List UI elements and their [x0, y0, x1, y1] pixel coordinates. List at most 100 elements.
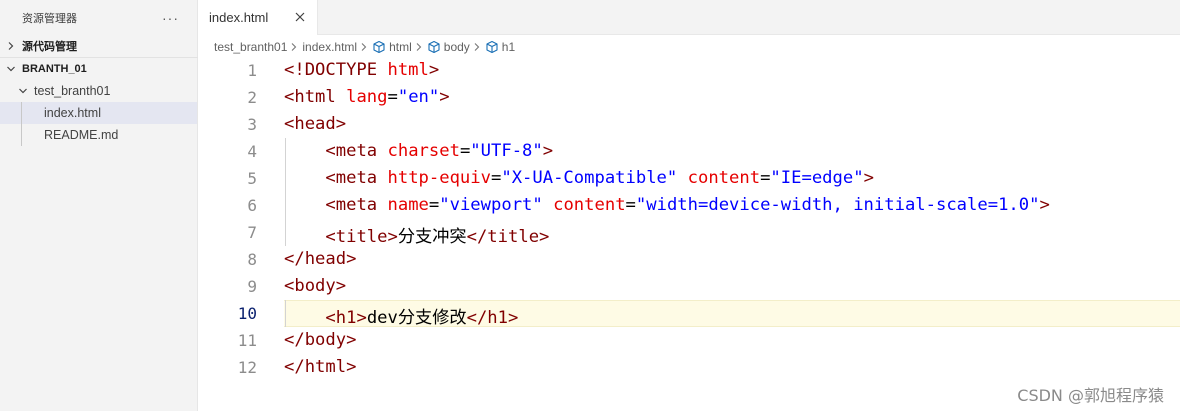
code-token: "IE=edge"	[770, 168, 864, 188]
code-token: <h1>	[325, 308, 367, 328]
line-number: 5	[247, 169, 257, 188]
code-line[interactable]: 8 </head>	[199, 246, 1180, 273]
code-line[interactable]: 10 <h1>dev分支修改</h1>	[199, 300, 1180, 328]
code-line[interactable]: 2 <html lang="en">	[199, 84, 1180, 111]
code-text: <body>	[284, 276, 346, 296]
breadcrumb-item[interactable]: index.html	[302, 40, 357, 54]
symbol-cube-icon	[372, 40, 386, 54]
code-text: <meta charset="UTF-8">	[284, 141, 553, 161]
chevron-right-icon	[415, 42, 423, 52]
code-line[interactable]: 12 </html>	[199, 354, 1180, 381]
code-token: 分支冲突	[397, 227, 467, 247]
more-actions-icon[interactable]: ···	[162, 11, 179, 25]
code-token: <!DOCTYPE	[284, 60, 388, 80]
symbol-cube-icon	[427, 40, 441, 54]
code-token: http-equiv	[387, 168, 491, 188]
code-token: =	[490, 168, 502, 188]
line-number: 7	[247, 223, 257, 242]
line-number: 1	[247, 61, 257, 80]
code-token: </body>	[284, 330, 357, 350]
code-token: "en"	[397, 87, 440, 107]
code-token: dev分支修改	[366, 308, 467, 328]
code-line[interactable]: 4 <meta charset="UTF-8">	[199, 138, 1180, 165]
line-number: 4	[247, 142, 257, 161]
breadcrumb-item[interactable]: test_branth01	[214, 40, 287, 54]
tab-label: index.html	[209, 10, 269, 25]
breadcrumb-item[interactable]: body	[444, 40, 470, 54]
explorer-header: 资源管理器 ···	[0, 0, 197, 35]
chevron-right-icon	[360, 42, 368, 52]
explorer-sidebar: 资源管理器 ··· 源代码管理 BRANTH_01 test_branth01 …	[0, 0, 198, 411]
chevron-down-icon	[6, 64, 22, 74]
code-token: <body>	[284, 276, 347, 296]
code-line[interactable]: 5 <meta http-equiv="X-UA-Compatible" con…	[199, 165, 1180, 192]
code-line[interactable]: 11 </body>	[199, 327, 1180, 354]
line-number: 11	[237, 331, 257, 350]
chevron-right-icon	[6, 41, 22, 51]
code-token: <head>	[284, 114, 347, 134]
file-label: index.html	[44, 106, 101, 120]
line-number: 9	[247, 277, 257, 296]
code-token: =	[428, 195, 440, 215]
code-token: >	[1039, 195, 1050, 215]
breadcrumb-item[interactable]: html	[389, 40, 412, 54]
chevron-right-icon	[473, 42, 481, 52]
code-token: </head>	[284, 249, 357, 269]
breadcrumb: test_branth01 index.html html body h1	[214, 37, 515, 57]
indent-guide	[21, 102, 22, 124]
line-number: 3	[247, 115, 257, 134]
code-token: </html>	[284, 357, 357, 377]
symbol-cube-icon	[485, 40, 499, 54]
code-token: </title>	[466, 227, 550, 247]
code-editor[interactable]: 1 <!DOCTYPE html> 2 <html lang="en"> 3 <head>…	[199, 57, 1180, 411]
explorer-title: 资源管理器	[22, 11, 77, 25]
code-line[interactable]: 3 <head>	[199, 111, 1180, 138]
code-token: >	[439, 87, 450, 107]
chevron-down-icon	[18, 86, 34, 96]
code-token: "UTF-8"	[470, 141, 543, 161]
code-token: >	[428, 60, 440, 80]
chevron-right-icon	[290, 42, 298, 52]
code-token: >	[863, 168, 874, 188]
code-text: <h1>dev分支修改</h1>	[284, 303, 518, 328]
section-source-control[interactable]: 源代码管理	[0, 35, 197, 57]
code-token: </h1>	[466, 308, 519, 328]
code-line[interactable]: 6 <meta name="viewport" content="width=d…	[199, 192, 1180, 219]
code-token: =	[459, 141, 471, 161]
file-label: README.md	[44, 128, 119, 142]
line-number: 6	[247, 196, 257, 215]
code-token: name	[387, 195, 429, 215]
tab-index-html[interactable]: index.html	[199, 0, 318, 35]
code-token: "X-UA-Compatible"	[501, 168, 678, 188]
section-workspace[interactable]: BRANTH_01	[0, 58, 197, 80]
code-line[interactable]: 7 <title>分支冲突</title>	[199, 219, 1180, 247]
divider	[0, 57, 198, 58]
indent-guide	[21, 124, 22, 146]
code-text: <html lang="en">	[284, 87, 450, 107]
code-line[interactable]: 9 <body>	[199, 273, 1180, 300]
code-token: html	[387, 60, 429, 80]
watermark: CSDN @郭旭程序猿	[1017, 386, 1164, 405]
code-text: <!DOCTYPE html>	[284, 60, 439, 80]
code-token: =	[625, 195, 636, 215]
close-icon[interactable]	[293, 10, 307, 24]
code-text: <head>	[284, 114, 346, 134]
code-token: <meta	[325, 141, 388, 161]
code-line[interactable]: 1 <!DOCTYPE html>	[199, 57, 1180, 84]
section-label: 源代码管理	[22, 40, 77, 53]
file-readme-md[interactable]: README.md	[0, 124, 197, 146]
breadcrumb-item[interactable]: h1	[502, 40, 515, 54]
code-text: </head>	[284, 249, 356, 269]
folder-test-branth01[interactable]: test_branth01	[0, 80, 197, 102]
file-index-html[interactable]: index.html	[0, 102, 197, 124]
code-token: content	[553, 195, 626, 215]
code-token: lang	[346, 87, 388, 107]
code-token: >	[542, 141, 554, 161]
code-text: <meta http-equiv="X-UA-Compatible" conte…	[284, 168, 874, 188]
